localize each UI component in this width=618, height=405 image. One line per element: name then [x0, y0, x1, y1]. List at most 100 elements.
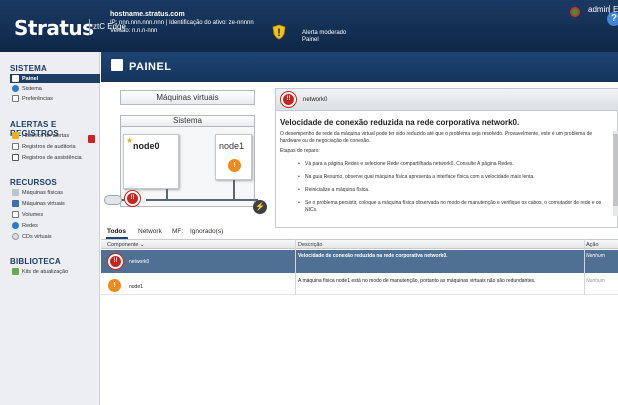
sidebar-section-sistema: SISTEMA	[10, 64, 47, 73]
tab-todos[interactable]: Todos	[107, 228, 126, 235]
page-title-bar: PAINEL	[101, 52, 618, 82]
sidebar-item-label: Volumes	[22, 211, 44, 218]
sidebar-item-alert-history[interactable]: Histórico de alertas	[12, 131, 98, 140]
network-wire	[233, 180, 235, 200]
alert-filter-tabs: Todos Network MF: Ignorado(s)	[101, 226, 618, 239]
column-header-description[interactable]: Descrição	[298, 242, 322, 248]
page-title: PAINEL	[129, 61, 172, 73]
dashboard-icon	[111, 59, 123, 71]
row-component: network0	[129, 259, 150, 265]
sidebar-item-label: Preferências	[22, 95, 53, 102]
alert-panel-scrollbar[interactable]	[613, 131, 618, 216]
repair-steps-title: Etapas do reparo:	[280, 148, 320, 154]
sidebar-item-label: Histórico de alertas	[22, 132, 70, 139]
repair-step: Se o problema persistir, coloque a máqui…	[298, 200, 613, 214]
column-header-label: Componente	[107, 242, 139, 248]
sidebar-item-painel[interactable]: Painel	[10, 74, 100, 83]
sidebar-item-label: Painel	[22, 75, 39, 82]
maintenance-warning-icon: !	[228, 159, 241, 172]
alert-history-icon	[12, 132, 19, 139]
support-log-icon	[12, 154, 19, 161]
scrollbar-thumb[interactable]	[613, 134, 618, 206]
sidebar-item-volumes[interactable]: Volumes	[12, 210, 98, 219]
sidebar-item-label: Registros de assistência	[22, 154, 82, 161]
alert-panel-header-label: network0	[303, 97, 328, 103]
sidebar-item-virtual-machines[interactable]: Máquinas virtuais	[12, 199, 98, 208]
sidebar-item-preferencias[interactable]: Preferências	[12, 94, 98, 103]
user-menu[interactable]: admin	[588, 5, 610, 14]
table-row[interactable]: !! network0 Velocidade de conexão reduzi…	[101, 250, 618, 273]
tab-mf[interactable]: MF:	[172, 228, 183, 235]
network-error-icon: !!	[281, 92, 296, 107]
sidebar-item-virtual-cds[interactable]: CDs virtuais	[12, 232, 98, 241]
sidebar-item-sistema[interactable]: Sistema	[12, 84, 98, 93]
maintenance-warning-icon: !	[108, 279, 121, 292]
row-description: A máquina física node1 está no modo de m…	[298, 278, 536, 284]
sidebar-item-label: CDs virtuais	[22, 233, 52, 240]
host-ip-line: IP: nnn.nnn.nnn.nnn | Identificação do a…	[110, 20, 254, 26]
sort-desc-icon: ⌄	[140, 242, 145, 248]
sidebar: SISTEMA Painel Sistema Preferências ALER…	[0, 52, 100, 405]
sidebar-item-upgrade-kits[interactable]: Kits de atualização	[12, 267, 98, 276]
help-icon[interactable]: ?	[607, 12, 618, 26]
system-icon	[12, 85, 19, 92]
audit-log-icon	[12, 143, 19, 150]
column-header-action[interactable]: Ação	[586, 242, 599, 248]
network-error-icon: !!	[108, 254, 123, 269]
physical-machine-icon	[12, 189, 19, 196]
tab-ignored[interactable]: Ignorado(s)	[190, 228, 223, 235]
node1-card[interactable]: node1 !	[215, 134, 252, 180]
alert-panel-header: !! network0	[276, 89, 618, 111]
row-description: Velocidade de conexão reduzida na rede c…	[298, 253, 448, 259]
alert-target: Painel	[302, 37, 319, 43]
network-error-icon[interactable]: !!	[125, 191, 140, 206]
top-header: Stratus ztC Edge hostname.stratus.com IP…	[0, 0, 618, 52]
network-wire	[166, 189, 168, 200]
alert-body: O desempenho de rede da máquina virtual …	[280, 131, 613, 214]
sidebar-section-recursos: RECURSOS	[10, 178, 57, 187]
tab-network[interactable]: Network	[138, 228, 162, 235]
volumes-icon	[12, 211, 19, 218]
host-name: hostname.stratus.com	[110, 11, 185, 18]
virtual-machines-button[interactable]: Máquinas virtuais	[120, 90, 255, 105]
row-action: Nenhum	[586, 253, 605, 259]
column-divider	[584, 239, 585, 295]
virtual-cd-icon	[12, 233, 19, 240]
repair-step: Vá para a página Redes e selecione Rede …	[298, 161, 613, 168]
row-action: Nenhum	[586, 278, 605, 284]
sidebar-item-label: Registros de auditoria	[22, 143, 76, 150]
sidebar-item-label: Máquinas físicas	[22, 189, 63, 196]
system-topology: Máquinas virtuais Sistema ★ node0 node1 …	[101, 82, 273, 227]
column-divider	[295, 239, 296, 295]
networks-icon	[12, 222, 19, 229]
host-info: hostname.stratus.com IP: nnn.nnn.nnn.nnn…	[110, 11, 254, 35]
node1-label: node1	[219, 141, 245, 151]
table-row[interactable]: ! node1 A máquina física node1 está no m…	[101, 273, 618, 295]
node0-card[interactable]: ★ node0	[123, 134, 179, 189]
repair-step: Reinicialize a máquina física.	[298, 187, 613, 194]
preferences-icon	[12, 95, 19, 102]
version-line: Versão: n.n.n-nnn	[110, 28, 158, 34]
logo-divider	[89, 19, 90, 35]
alert-level: Alerta moderado	[302, 30, 347, 36]
alert-summary[interactable]: Alerta moderado Painel	[302, 30, 346, 44]
sidebar-item-networks[interactable]: Redes	[12, 221, 98, 230]
alert-detail-panel: !! network0 Velocidade de conexão reduzi…	[275, 88, 618, 228]
sidebar-item-support-logs[interactable]: Registros de assistência	[12, 153, 98, 162]
repair-steps-list: Vá para a página Redes e selecione Rede …	[298, 161, 613, 214]
shield-alert-icon[interactable]	[271, 24, 287, 40]
sidebar-section-biblioteca: BIBLIOTECA	[10, 257, 61, 266]
sidebar-item-physical-machines[interactable]: Máquinas físicas	[12, 188, 98, 197]
column-header-component[interactable]: Componente ⌄	[107, 242, 145, 248]
plug-icon: ⚡	[253, 200, 267, 214]
sidebar-item-audit-logs[interactable]: Registros de auditoria	[12, 142, 98, 151]
node0-label: node0	[133, 141, 160, 151]
alerts-table-header: Componente ⌄ Descrição Ação	[101, 239, 618, 249]
network-wire	[146, 199, 258, 201]
repair-step: Na guia Resumo, observe qual máquina fís…	[298, 174, 613, 181]
alert-title: Velocidade de conexão reduzida na rede c…	[280, 118, 520, 127]
row-component: node1	[129, 284, 143, 290]
system-button[interactable]: Sistema	[120, 115, 255, 127]
sidebar-item-label: Redes	[22, 222, 38, 229]
network-cloud-icon	[104, 195, 122, 205]
